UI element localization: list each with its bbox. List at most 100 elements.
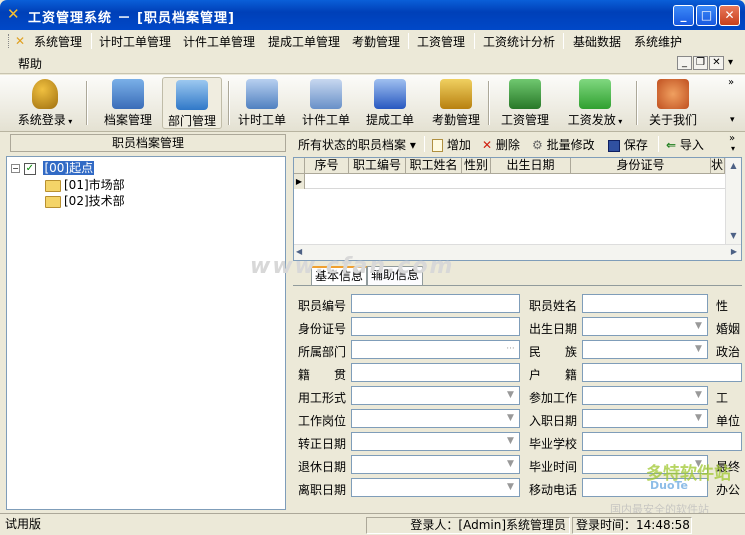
school-field[interactable]: [582, 432, 742, 451]
column-header[interactable]: 身份证号: [571, 158, 711, 174]
attendance-button[interactable]: 考勤管理: [428, 77, 484, 129]
batch-edit-button[interactable]: ⚙ 批量修改: [532, 136, 595, 153]
mdi-close-button[interactable]: ✕: [709, 56, 724, 70]
menu-commission-orders[interactable]: 提成工单管理: [268, 33, 340, 50]
chevron-down-icon[interactable]: ▼: [503, 411, 518, 426]
chevron-down-icon[interactable]: ▼: [691, 388, 706, 403]
import-label: 导入: [679, 138, 704, 152]
employment-type-select[interactable]: ▼: [351, 386, 520, 405]
chevron-down-icon[interactable]: ▼: [503, 434, 518, 449]
work-start-select[interactable]: ▼: [582, 386, 708, 405]
chevron-down-icon[interactable]: ▼: [691, 342, 706, 357]
scroll-right-icon[interactable]: ▶: [731, 247, 737, 256]
menu-bar: ✕ 系统管理 计时工单管理 计件工单管理 提成工单管理 考勤管理 工资管理 工资…: [0, 30, 745, 52]
department-label: 部门管理: [167, 114, 216, 128]
app-icon: ✕: [7, 5, 20, 23]
window-title: 工资管理系统 － [职员档案管理]: [28, 11, 235, 26]
salary-icon: [509, 79, 541, 109]
menu-salary[interactable]: 工资管理: [417, 33, 465, 50]
label-mobile: 移动电话: [529, 483, 578, 497]
household-field[interactable]: [582, 363, 742, 382]
scroll-down-icon[interactable]: ▼: [726, 228, 741, 244]
salary-payment-label: 工资发放: [567, 113, 616, 127]
maximize-button[interactable]: □: [696, 5, 717, 26]
chevron-down-icon[interactable]: ▼: [503, 457, 518, 472]
native-place-field[interactable]: [351, 363, 520, 382]
employee-name-field[interactable]: [582, 294, 708, 313]
tree-item-tech[interactable]: [02]技术部: [45, 193, 125, 209]
column-header[interactable]: 性别: [462, 158, 491, 174]
label-work-start: 参加工作: [529, 391, 578, 405]
menu-attendance[interactable]: 考勤管理: [352, 33, 400, 50]
chevron-down-icon[interactable]: ▾: [731, 144, 735, 153]
department-field[interactable]: ···: [351, 340, 520, 359]
toolbar-overflow-icon[interactable]: »: [729, 133, 735, 144]
chevron-down-icon[interactable]: ▾: [730, 115, 735, 125]
archive-button[interactable]: 档案管理: [98, 77, 158, 129]
status-filter-dropdown[interactable]: 所有状态的职员档案 ▾: [298, 136, 416, 153]
regular-date-select[interactable]: ▼: [351, 432, 520, 451]
ellipsis-icon[interactable]: ···: [503, 342, 518, 357]
left-panel-header: 职员档案管理: [10, 134, 286, 152]
chevron-down-icon[interactable]: ▼: [691, 411, 706, 426]
import-button[interactable]: ⇐ 导入: [666, 136, 704, 153]
tree-root[interactable]: − ✓ [00]起点: [11, 160, 95, 176]
menu-piece-orders[interactable]: 计件工单管理: [183, 33, 255, 50]
department-button[interactable]: 部门管理: [162, 77, 222, 129]
add-button[interactable]: 增加: [432, 136, 471, 153]
collapse-icon[interactable]: −: [11, 164, 20, 173]
save-button[interactable]: 保存: [608, 136, 648, 153]
about-button[interactable]: 关于我们: [644, 77, 702, 129]
tree-item-label[interactable]: [01]市场部: [64, 178, 125, 192]
menu-help[interactable]: 帮助: [18, 55, 42, 72]
label-department: 所属部门: [298, 345, 347, 359]
retire-date-select[interactable]: ▼: [351, 455, 520, 474]
login-button[interactable]: 系统登录 ▾: [14, 77, 76, 129]
label-employee-name: 职员姓名: [529, 299, 578, 313]
salary-payment-button[interactable]: 工资发放 ▾: [562, 77, 628, 129]
close-button[interactable]: ✕: [719, 5, 740, 26]
position-select[interactable]: ▼: [351, 409, 520, 428]
timed-order-button[interactable]: 计时工单: [234, 77, 290, 129]
chevron-down-icon[interactable]: ▼: [503, 480, 518, 495]
toolbar-overflow-icon[interactable]: »: [728, 77, 734, 88]
menu-system-maintenance[interactable]: 系统维护: [634, 33, 682, 50]
id-number-field[interactable]: [351, 317, 520, 336]
chevron-down-icon[interactable]: ▼: [503, 388, 518, 403]
salary-button[interactable]: 工资管理: [496, 77, 554, 129]
department-tree: − ✓ [00]起点 [01]市场部 [02]技术部: [6, 156, 286, 510]
label-marital: 婚姻: [716, 322, 741, 336]
leave-date-select[interactable]: ▼: [351, 478, 520, 497]
column-header[interactable]: 状: [711, 158, 725, 174]
mdi-restore-button[interactable]: ❐: [693, 56, 708, 70]
ethnicity-select[interactable]: ▼: [582, 340, 708, 359]
chevron-down-icon[interactable]: ▾: [728, 57, 733, 68]
tree-item-market[interactable]: [01]市场部: [45, 177, 125, 193]
hire-date-select[interactable]: ▼: [582, 409, 708, 428]
status-login: 登录人：[Admin]系统管理员: [366, 517, 570, 534]
table-row[interactable]: [305, 174, 725, 189]
menu-system[interactable]: 系统管理: [34, 33, 82, 50]
menu-basic-data[interactable]: 基础数据: [573, 33, 621, 50]
employee-id-field[interactable]: [351, 294, 520, 313]
piece-order-button[interactable]: 计件工单: [298, 77, 354, 129]
tree-root-label[interactable]: [00]起点: [43, 161, 95, 175]
mdi-minimize-button[interactable]: _: [677, 56, 692, 70]
column-header[interactable]: 职工编号: [349, 158, 406, 174]
column-header[interactable]: 职工姓名: [406, 158, 462, 174]
birth-date-select[interactable]: ▼: [582, 317, 708, 336]
scroll-up-icon[interactable]: ▲: [726, 158, 741, 174]
checkbox-icon[interactable]: ✓: [23, 162, 36, 175]
menu-salary-stats[interactable]: 工资统计分析: [483, 33, 555, 50]
chevron-down-icon[interactable]: ▼: [691, 319, 706, 334]
current-row-icon: ▶: [294, 174, 305, 189]
minimize-button[interactable]: _: [673, 5, 694, 26]
tree-item-label[interactable]: [02]技术部: [64, 194, 125, 208]
delete-button[interactable]: ✕ 删除: [482, 136, 520, 153]
column-header[interactable]: 序号: [305, 158, 349, 174]
menu-timed-orders[interactable]: 计时工单管理: [99, 33, 171, 50]
commission-order-button[interactable]: 提成工单: [362, 77, 418, 129]
vertical-scrollbar[interactable]: ▲ ▼: [725, 158, 741, 244]
column-header[interactable]: 出生日期: [491, 158, 571, 174]
label-graduate-date: 毕业时间: [529, 460, 578, 474]
